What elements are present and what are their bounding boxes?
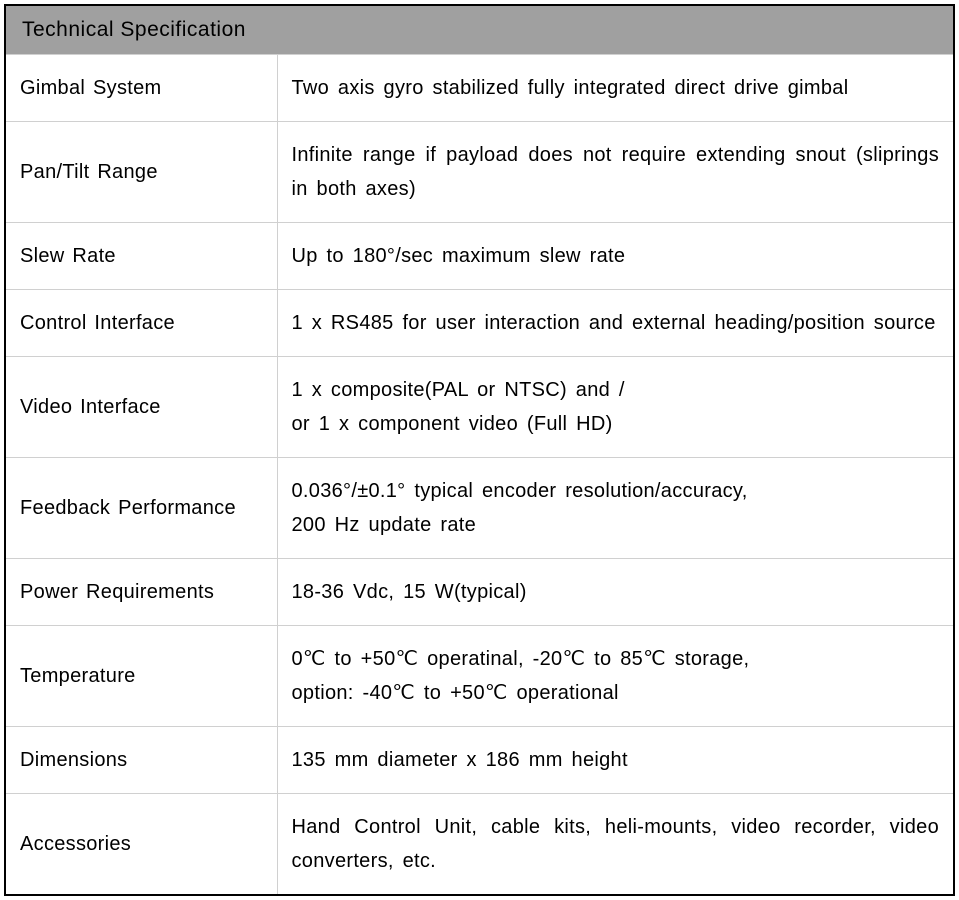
spec-label: Feedback Performance [5, 458, 277, 559]
table-row: Dimensions135 mm diameter x 186 mm heigh… [5, 727, 954, 794]
table-row: AccessoriesHand Control Unit, cable kits… [5, 794, 954, 896]
table-row: Gimbal SystemTwo axis gyro stabilized fu… [5, 55, 954, 122]
spec-label: Accessories [5, 794, 277, 896]
spec-value: Two axis gyro stabilized fully integrate… [277, 55, 954, 122]
spec-value: 18-36 Vdc, 15 W(typical) [277, 559, 954, 626]
spec-label: Control Interface [5, 290, 277, 357]
table-row: Temperature0℃ to +50℃ operatinal, -20℃ t… [5, 626, 954, 727]
spec-table: Technical Specification Gimbal SystemTwo… [4, 4, 955, 896]
spec-label: Pan/Tilt Range [5, 122, 277, 223]
table-row: Video Interface1 x composite(PAL or NTSC… [5, 357, 954, 458]
table-row: Pan/Tilt RangeInfinite range if payload … [5, 122, 954, 223]
spec-value: 1 x RS485 for user interaction and exter… [277, 290, 954, 357]
table-row: Control Interface1 x RS485 for user inte… [5, 290, 954, 357]
spec-value: Up to 180°/sec maximum slew rate [277, 223, 954, 290]
spec-label: Temperature [5, 626, 277, 727]
spec-value: Hand Control Unit, cable kits, heli-moun… [277, 794, 954, 896]
spec-label: Slew Rate [5, 223, 277, 290]
table-row: Feedback Performance0.036°/±0.1° typical… [5, 458, 954, 559]
spec-label: Dimensions [5, 727, 277, 794]
table-row: Slew RateUp to 180°/sec maximum slew rat… [5, 223, 954, 290]
spec-value: 0.036°/±0.1° typical encoder resolution/… [277, 458, 954, 559]
spec-value: 135 mm diameter x 186 mm height [277, 727, 954, 794]
spec-label: Gimbal System [5, 55, 277, 122]
spec-value: 0℃ to +50℃ operatinal, -20℃ to 85℃ stora… [277, 626, 954, 727]
spec-value: Infinite range if payload does not requi… [277, 122, 954, 223]
table-title: Technical Specification [5, 5, 954, 55]
spec-label: Video Interface [5, 357, 277, 458]
spec-value: 1 x composite(PAL or NTSC) and /or 1 x c… [277, 357, 954, 458]
table-row: Power Requirements18-36 Vdc, 15 W(typica… [5, 559, 954, 626]
spec-label: Power Requirements [5, 559, 277, 626]
